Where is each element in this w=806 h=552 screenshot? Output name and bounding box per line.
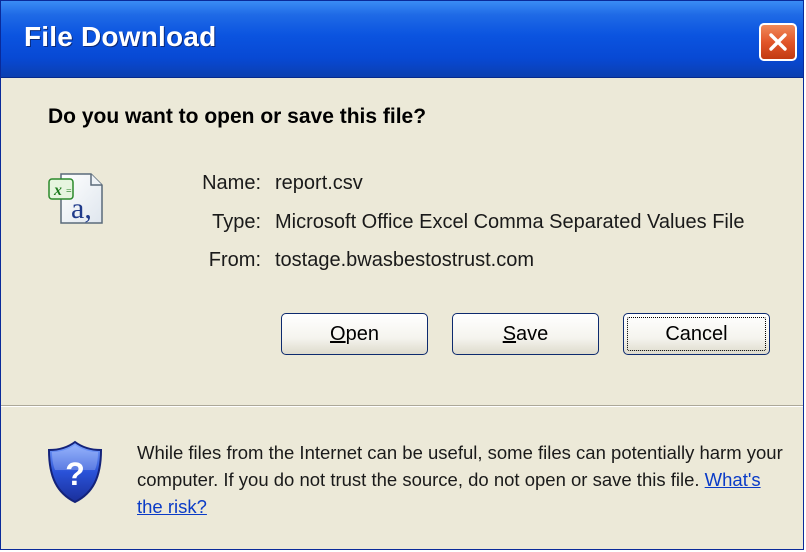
- save-label-rest: ave: [516, 322, 549, 345]
- open-button[interactable]: Open: [281, 313, 428, 355]
- file-download-dialog: File Download Do you want to open or sav…: [0, 0, 804, 550]
- type-label: Type:: [212, 211, 261, 233]
- svg-text:?: ?: [65, 456, 85, 492]
- close-button[interactable]: [759, 23, 797, 61]
- file-name: report.csv: [275, 172, 363, 194]
- open-mnemonic: O: [330, 322, 346, 345]
- security-shield-icon: ?: [45, 439, 105, 510]
- save-mnemonic: S: [502, 322, 517, 345]
- name-label: Name:: [202, 172, 261, 194]
- close-icon: [769, 33, 787, 51]
- title-bar[interactable]: File Download: [1, 1, 803, 78]
- security-warning: While files from the Internet can be use…: [137, 439, 787, 520]
- from-label: From:: [208, 249, 261, 271]
- save-button[interactable]: Save: [452, 313, 599, 355]
- window-title: File Download: [24, 21, 217, 52]
- separator: [1, 405, 803, 407]
- warning-text: While files from the Internet can be use…: [137, 442, 783, 490]
- open-label-rest: pen: [345, 322, 379, 345]
- file-type: Microsoft Office Excel Comma Separated V…: [275, 211, 745, 233]
- file-source: tostage.bwasbestostrust.com: [275, 249, 535, 271]
- cancel-button[interactable]: Cancel: [623, 313, 770, 355]
- dialog-prompt: Do you want to open or save this file?: [48, 105, 427, 128]
